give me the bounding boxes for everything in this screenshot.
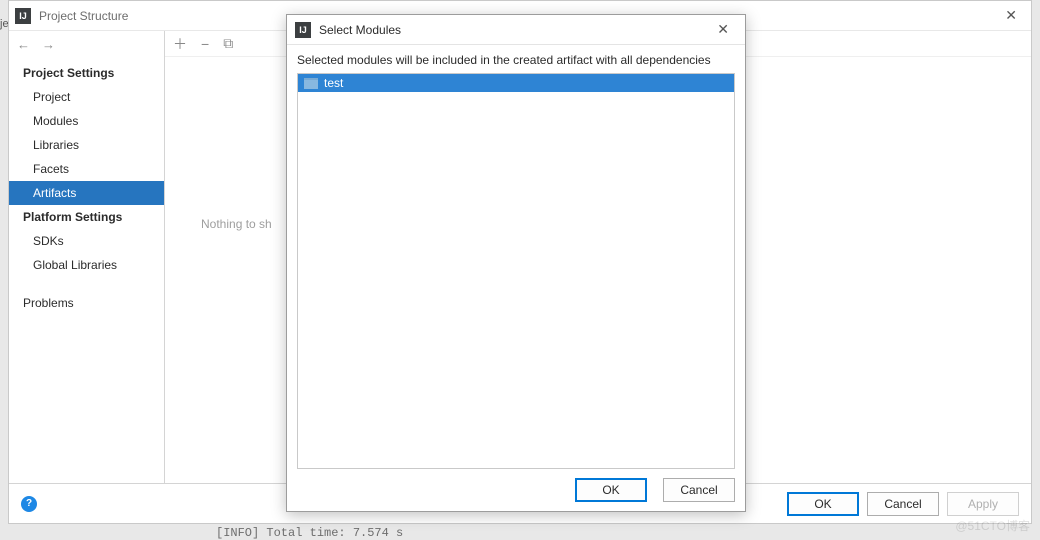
- modal-titlebar: IJ Select Modules ✕: [287, 15, 745, 45]
- sidebar: ← → Project Settings Project Modules Lib…: [9, 31, 165, 483]
- modal-close-icon[interactable]: ✕: [709, 21, 737, 38]
- select-modules-dialog: IJ Select Modules ✕ Selected modules wil…: [286, 14, 746, 512]
- copy-icon[interactable]: ⧉: [223, 35, 233, 52]
- modal-title: Select Modules: [319, 23, 709, 37]
- modal-description: Selected modules will be included in the…: [287, 45, 745, 73]
- modal-footer: OK Cancel: [287, 469, 745, 511]
- sidebar-item-sdks[interactable]: SDKs: [9, 229, 164, 253]
- module-list[interactable]: test: [297, 73, 735, 469]
- modal-app-icon: IJ: [295, 22, 311, 38]
- background-fragment: je: [0, 18, 8, 31]
- module-row-test[interactable]: test: [298, 74, 734, 92]
- module-name: test: [324, 76, 343, 90]
- sidebar-item-project[interactable]: Project: [9, 85, 164, 109]
- sidebar-item-libraries[interactable]: Libraries: [9, 133, 164, 157]
- sidebar-item-global-libraries[interactable]: Global Libraries: [9, 253, 164, 277]
- sidebar-item-facets[interactable]: Facets: [9, 157, 164, 181]
- ok-button[interactable]: OK: [787, 492, 859, 516]
- sidebar-item-artifacts[interactable]: Artifacts: [9, 181, 164, 205]
- modal-ok-button[interactable]: OK: [575, 478, 647, 502]
- apply-button: Apply: [947, 492, 1019, 516]
- module-icon: [304, 78, 318, 89]
- section-platform-settings: Platform Settings: [9, 205, 164, 229]
- sidebar-item-problems[interactable]: Problems: [9, 291, 164, 315]
- help-icon[interactable]: ?: [21, 496, 37, 512]
- sidebar-nav-tools: ← →: [9, 31, 164, 57]
- add-icon[interactable]: ＋: [173, 34, 187, 54]
- watermark: @51CTO博客: [955, 517, 1030, 534]
- back-icon[interactable]: ←: [17, 37, 30, 52]
- cancel-button[interactable]: Cancel: [867, 492, 939, 516]
- sidebar-tree: Project Settings Project Modules Librari…: [9, 57, 164, 483]
- section-project-settings: Project Settings: [9, 61, 164, 85]
- modal-cancel-button[interactable]: Cancel: [663, 478, 735, 502]
- remove-icon[interactable]: −: [201, 36, 209, 52]
- forward-icon[interactable]: →: [42, 37, 55, 52]
- app-icon: IJ: [15, 8, 31, 24]
- sidebar-item-modules[interactable]: Modules: [9, 109, 164, 133]
- close-icon[interactable]: ✕: [997, 7, 1025, 24]
